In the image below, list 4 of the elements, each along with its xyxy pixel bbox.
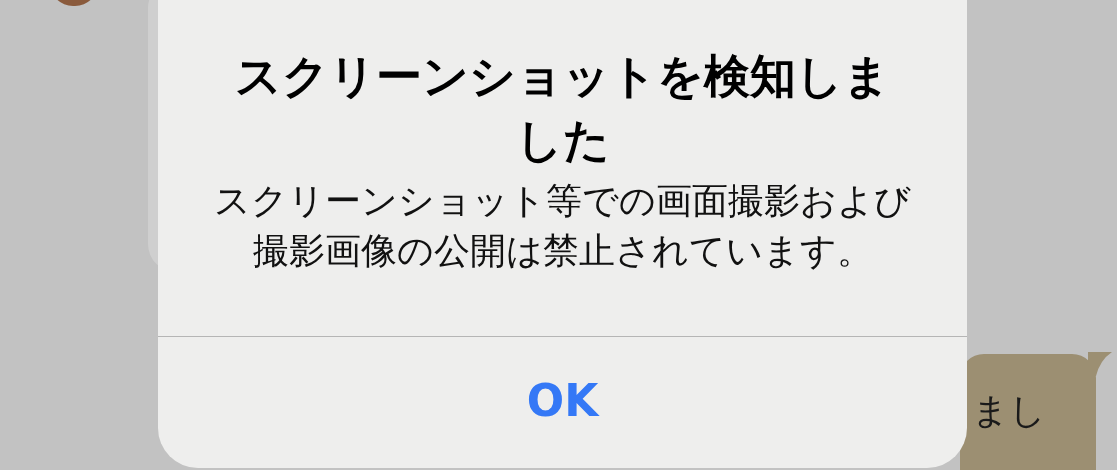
alert-message: スクリーンショット等での画面撮影および撮影画像の公開は禁止されています。 [213, 179, 912, 273]
alert-title: スクリーンショットを検知しました [234, 48, 891, 169]
message-text: まし [972, 390, 1046, 431]
ok-button[interactable]: OK [158, 337, 967, 468]
